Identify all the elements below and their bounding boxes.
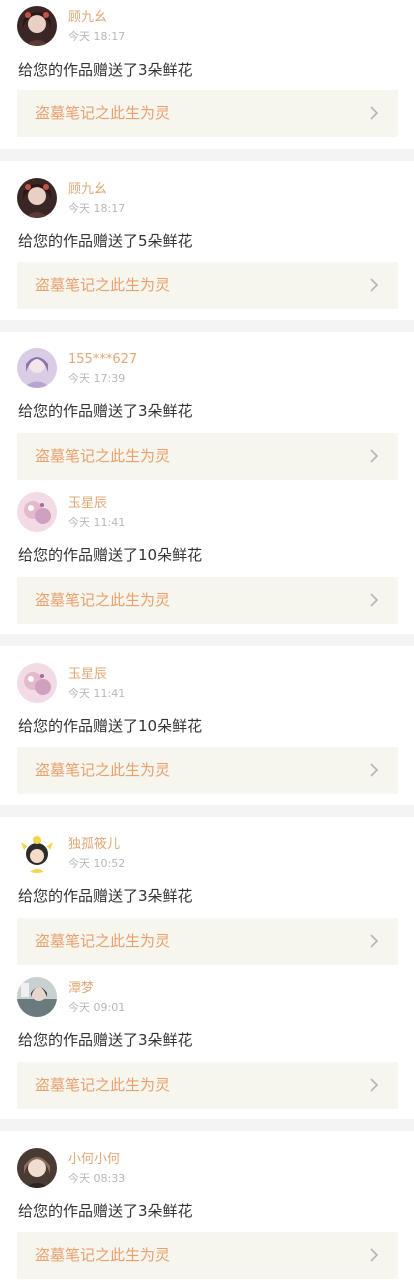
work-link[interactable]: 盗墓笔记之此生为灵 (17, 577, 398, 624)
gift-notification-item: 玉星辰 今天 11:41 给您的作品赠送了10朵鲜花 盗墓笔记之此生为灵 (0, 646, 414, 805)
timestamp: 今天 18:17 (68, 30, 126, 43)
user-avatar[interactable] (17, 6, 57, 46)
work-link[interactable]: 盗墓笔记之此生为灵 (17, 918, 398, 965)
work-title: 盗墓笔记之此生为灵 (35, 104, 171, 122)
user-name[interactable]: 顾九幺 (68, 10, 107, 26)
user-avatar[interactable] (17, 833, 57, 873)
work-title: 盗墓笔记之此生为灵 (35, 761, 171, 779)
work-link[interactable]: 盗墓笔记之此生为灵 (17, 747, 398, 794)
user-name[interactable]: 独孤筱儿 (68, 837, 120, 853)
user-avatar[interactable] (17, 977, 57, 1017)
work-title: 盗墓笔记之此生为灵 (35, 1246, 171, 1264)
user-name[interactable]: 155***627 (68, 352, 137, 368)
gift-message: 给您的作品赠送了3朵鲜花 (18, 402, 193, 420)
chevron-right-icon (366, 105, 382, 121)
timestamp: 今天 11:41 (68, 516, 126, 529)
gift-message: 给您的作品赠送了10朵鲜花 (18, 717, 203, 735)
chevron-right-icon (366, 592, 382, 608)
timestamp: 今天 18:17 (68, 202, 126, 215)
gift-message: 给您的作品赠送了5朵鲜花 (18, 232, 193, 250)
gift-notification-group: 独孤筱儿 今天 10:52 给您的作品赠送了3朵鲜花 盗墓笔记之此生为灵 潭梦 … (0, 817, 414, 1119)
gift-message: 给您的作品赠送了3朵鲜花 (18, 1202, 193, 1220)
timestamp: 今天 10:52 (68, 857, 126, 870)
user-avatar[interactable] (17, 492, 57, 532)
timestamp: 今天 09:01 (68, 1001, 126, 1014)
work-title: 盗墓笔记之此生为灵 (35, 276, 171, 294)
work-title: 盗墓笔记之此生为灵 (35, 447, 171, 465)
timestamp: 今天 11:41 (68, 687, 126, 700)
user-avatar[interactable] (17, 663, 57, 703)
chevron-right-icon (366, 933, 382, 949)
work-link[interactable]: 盗墓笔记之此生为灵 (17, 1232, 398, 1279)
gift-notification-group: 155***627 今天 17:39 给您的作品赠送了3朵鲜花 盗墓笔记之此生为… (0, 332, 414, 634)
gift-message: 给您的作品赠送了3朵鲜花 (18, 887, 193, 905)
gift-message: 给您的作品赠送了3朵鲜花 (18, 61, 193, 79)
user-name[interactable]: 潭梦 (68, 981, 94, 997)
gift-notification-item: 小何小何 今天 08:33 给您的作品赠送了3朵鲜花 盗墓笔记之此生为灵 (0, 1131, 414, 1280)
user-avatar[interactable] (17, 178, 57, 218)
chevron-right-icon (366, 448, 382, 464)
chevron-right-icon (366, 277, 382, 293)
work-title: 盗墓笔记之此生为灵 (35, 591, 171, 609)
chevron-right-icon (366, 1247, 382, 1263)
user-name[interactable]: 顾九幺 (68, 182, 107, 198)
chevron-right-icon (366, 762, 382, 778)
user-name[interactable]: 玉星辰 (68, 496, 107, 512)
work-link[interactable]: 盗墓笔记之此生为灵 (17, 1062, 398, 1109)
user-avatar[interactable] (17, 1148, 57, 1188)
work-link[interactable]: 盗墓笔记之此生为灵 (17, 262, 398, 309)
work-title: 盗墓笔记之此生为灵 (35, 932, 171, 950)
user-name[interactable]: 小何小何 (68, 1152, 120, 1168)
chevron-right-icon (366, 1077, 382, 1093)
gift-notification-item: 顾九幺 今天 18:17 给您的作品赠送了5朵鲜花 盗墓笔记之此生为灵 (0, 161, 414, 320)
work-title: 盗墓笔记之此生为灵 (35, 1076, 171, 1094)
gift-notification-list: 顾九幺 今天 18:17 给您的作品赠送了3朵鲜花 盗墓笔记之此生为灵 顾九幺 … (0, 0, 414, 1280)
work-link[interactable]: 盗墓笔记之此生为灵 (17, 90, 398, 137)
user-avatar[interactable] (17, 348, 57, 388)
gift-message: 给您的作品赠送了3朵鲜花 (18, 1031, 193, 1049)
gift-notification-item: 顾九幺 今天 18:17 给您的作品赠送了3朵鲜花 盗墓笔记之此生为灵 (0, 0, 414, 149)
timestamp: 今天 17:39 (68, 372, 126, 385)
user-name[interactable]: 玉星辰 (68, 667, 107, 683)
work-link[interactable]: 盗墓笔记之此生为灵 (17, 433, 398, 480)
timestamp: 今天 08:33 (68, 1172, 126, 1185)
gift-message: 给您的作品赠送了10朵鲜花 (18, 546, 203, 564)
